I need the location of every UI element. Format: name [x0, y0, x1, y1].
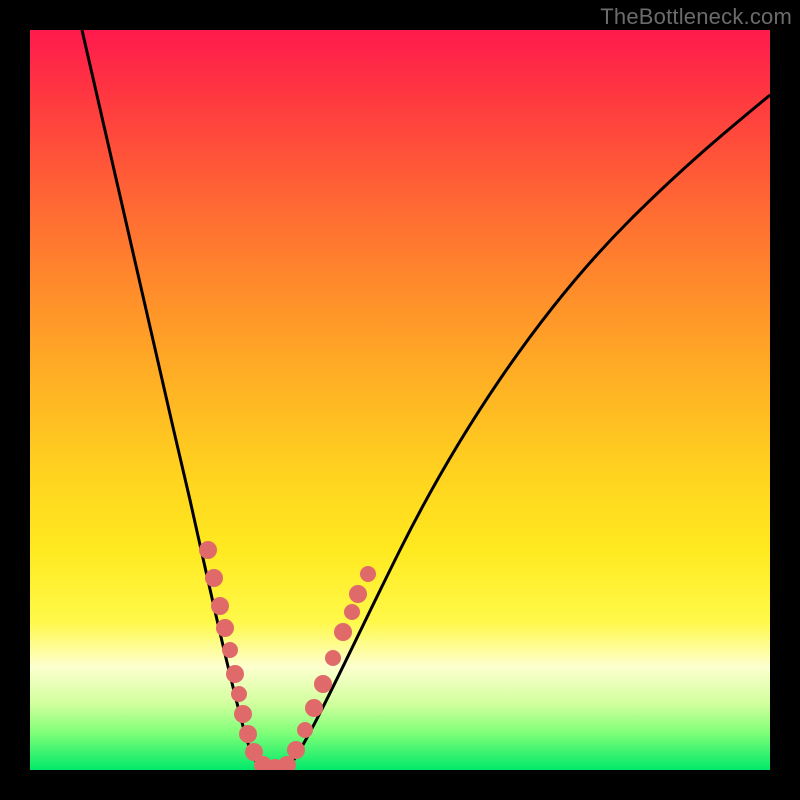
sample-dot [199, 541, 217, 559]
sample-dot [305, 699, 323, 717]
sample-dot [349, 585, 367, 603]
bottleneck-curve-right [288, 95, 770, 768]
bottleneck-curve-left [82, 30, 262, 768]
sample-dot [226, 665, 244, 683]
chart-svg [30, 30, 770, 770]
sample-dot [334, 623, 352, 641]
watermark-text: TheBottleneck.com [600, 4, 792, 30]
sample-dot [314, 675, 332, 693]
sample-dot [231, 686, 247, 702]
sample-dot [216, 619, 234, 637]
plot-background [30, 30, 770, 770]
sample-dot [211, 597, 229, 615]
sample-dot [239, 725, 257, 743]
sample-dot [360, 566, 376, 582]
sample-dot [222, 642, 238, 658]
sample-dot [234, 705, 252, 723]
sample-dot [297, 722, 313, 738]
sample-dot [344, 604, 360, 620]
sample-dot [205, 569, 223, 587]
sample-dot [325, 650, 341, 666]
chart-frame: TheBottleneck.com [0, 0, 800, 800]
sample-dot [287, 741, 305, 759]
